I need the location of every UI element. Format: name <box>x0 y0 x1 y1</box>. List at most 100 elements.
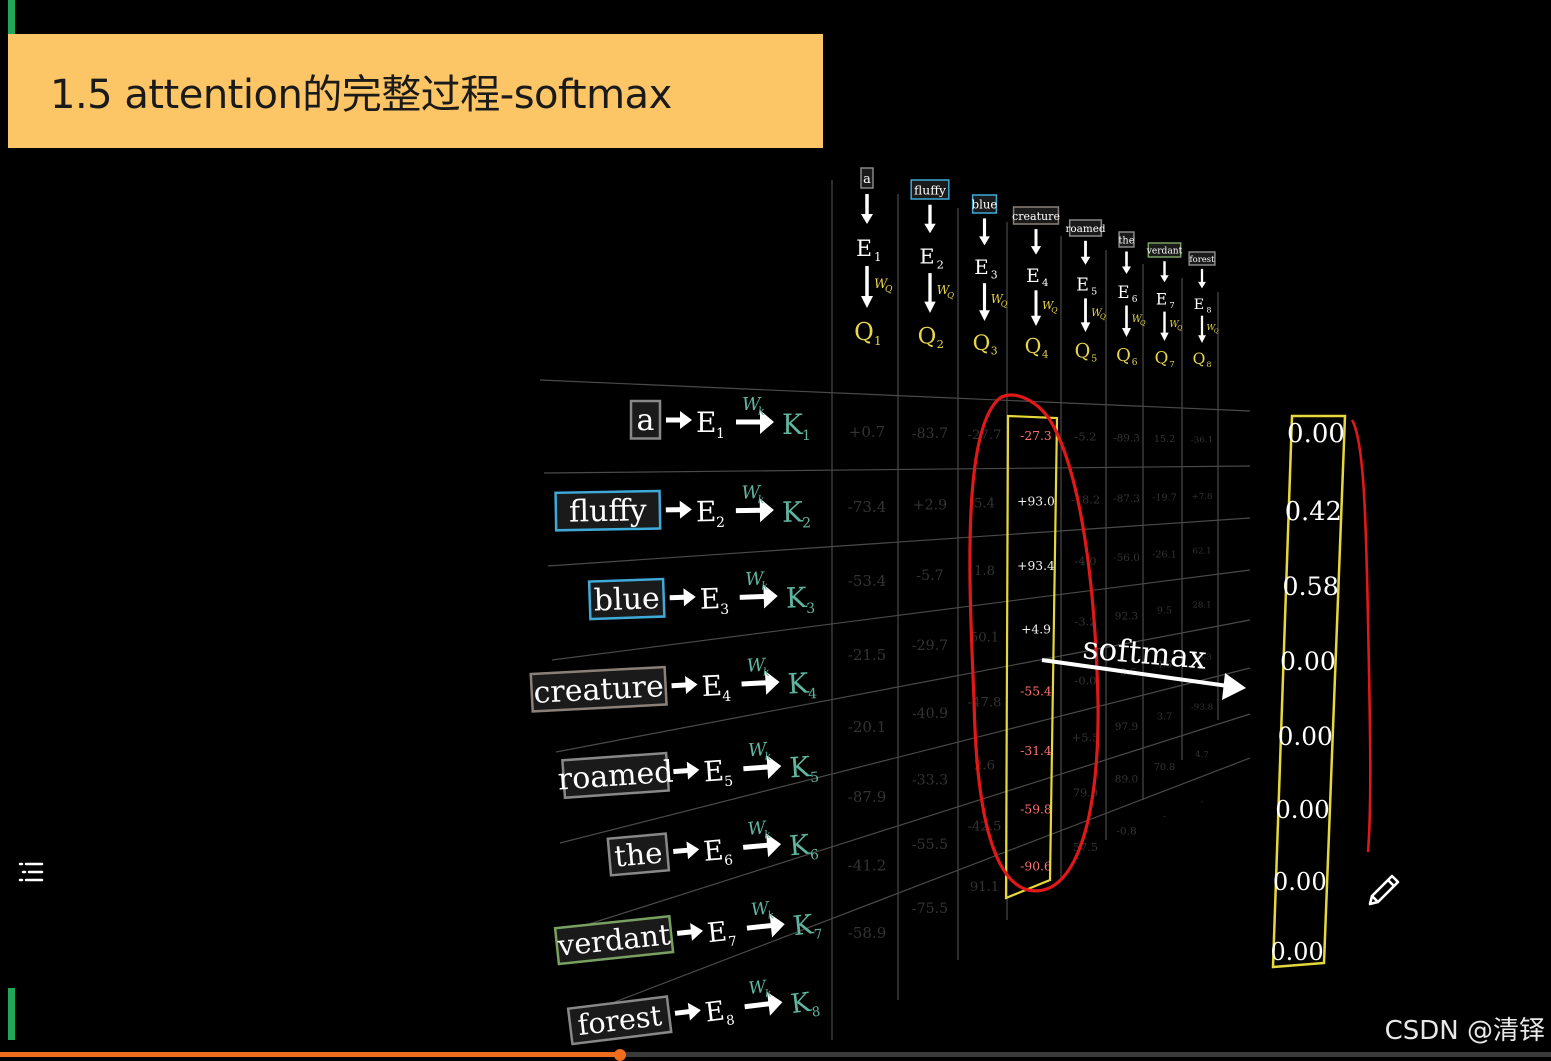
arrow-head-icon <box>680 411 692 429</box>
query-token-label: the <box>1119 235 1135 246</box>
query-column-fluffy: fluffyE2WQQ2 <box>911 180 954 351</box>
key-token-label: fluffy <box>569 493 647 529</box>
embedding-index: 5 <box>1091 286 1097 297</box>
score-cell: -73.4 <box>848 498 886 516</box>
query-label: Q <box>918 323 937 349</box>
arrow-head-icon <box>979 236 990 245</box>
grid-row-line <box>544 466 1250 473</box>
key-label: K <box>785 581 808 615</box>
score-cell: 57.5 <box>1073 840 1098 854</box>
arrow-head-icon <box>1081 257 1091 265</box>
score-cell: +7.8 <box>1191 492 1212 502</box>
score-cell: -53.4 <box>848 572 886 590</box>
softmax-value: 0.00 <box>1280 647 1336 676</box>
wk-subscript: k <box>761 579 768 592</box>
video-progress-handle[interactable] <box>614 1049 626 1061</box>
score-cell: -5.2 <box>1075 430 1097 444</box>
softmax-value: 0.00 <box>1287 419 1345 449</box>
query-column-creature: creatureE4WQQ4 <box>1012 207 1060 360</box>
embedding-label: E <box>696 495 717 528</box>
score-cell: +4.9 <box>1021 622 1051 636</box>
score-cell: 89.0 <box>1115 774 1138 786</box>
query-index: 5 <box>1091 354 1097 365</box>
arrow-head-icon <box>924 224 935 234</box>
arrow-head-icon <box>1222 673 1246 700</box>
softmax-output-column: 0.000.420.580.000.000.000.000.00 <box>1270 416 1345 967</box>
score-cell: 3.7 <box>1157 712 1172 723</box>
score-cell: -0.0 <box>1075 674 1097 688</box>
arrow-head-icon <box>690 922 704 941</box>
key-label: K <box>788 830 812 863</box>
watermark: CSDN @清铎 <box>1385 1010 1545 1047</box>
embedding-label: E <box>1076 275 1089 295</box>
query-label: Q <box>1025 334 1042 358</box>
embedding-index: 3 <box>991 269 998 282</box>
key-index: 7 <box>813 927 823 943</box>
grid-row-line <box>564 714 1250 932</box>
outline-menu-icon[interactable] <box>14 855 48 889</box>
score-cell: -56.0 <box>1113 552 1140 564</box>
score-cell: 1.8 <box>974 564 995 579</box>
key-label: K <box>782 495 805 528</box>
query-index: 2 <box>937 337 944 351</box>
score-cell: -29.7 <box>912 638 948 654</box>
query-column-the: theE6WQQ6 <box>1116 232 1146 368</box>
query-token-label: forest <box>1190 254 1216 264</box>
score-cell: - <box>1201 797 1204 807</box>
embedding-index: 7 <box>728 934 738 950</box>
arrow-head-icon <box>688 1001 702 1020</box>
score-cell: 15.2 <box>1154 434 1175 445</box>
score-cell: -19.7 <box>1152 492 1177 503</box>
wq-subscript: Q <box>1214 329 1219 335</box>
embedding-index: 4 <box>1042 278 1048 289</box>
query-column-a: aE1WQQ1 <box>854 168 893 348</box>
embedding-label: E <box>706 916 729 949</box>
query-label: Q <box>1193 350 1206 368</box>
embedding-index: 8 <box>725 1013 735 1029</box>
embedding-label: E <box>1117 283 1129 302</box>
score-cell: -26.1 <box>1152 549 1177 560</box>
wq-subscript: Q <box>1140 319 1146 327</box>
key-row-a: aE1WkK1 <box>631 394 811 444</box>
score-cell: 50.1 <box>970 631 999 646</box>
arrow-head-icon <box>861 214 873 224</box>
score-cell: 28.1 <box>1192 601 1211 611</box>
grid-row-line <box>568 758 1250 1020</box>
arrow-head-icon <box>680 500 692 518</box>
key-index: 5 <box>810 769 820 786</box>
arrow-head-icon <box>1122 267 1131 275</box>
query-token-label: blue <box>972 198 998 212</box>
query-index: 8 <box>1207 360 1212 369</box>
arrow-head-icon <box>1198 335 1206 343</box>
query-token-label: a <box>863 172 871 187</box>
query-token-label: fluffy <box>914 183 946 197</box>
score-cell: 92.3 <box>1115 610 1138 622</box>
embedding-index: 2 <box>937 257 944 271</box>
query-column-roamed: roamedE5WQQ5 <box>1065 220 1105 365</box>
score-cell: -83.7 <box>912 426 948 442</box>
key-index: 2 <box>802 515 811 531</box>
arrow-head-icon <box>1031 246 1041 255</box>
score-cell: -20.1 <box>848 718 886 736</box>
query-column-verdant: verdantE7WQQ7 <box>1146 243 1183 369</box>
score-cell: +0.7 <box>849 423 885 441</box>
key-index: 4 <box>808 686 818 702</box>
softmax-value: 0.58 <box>1282 571 1339 601</box>
score-cell: -33.3 <box>912 773 948 789</box>
embedding-label: E <box>699 582 721 616</box>
score-cell: -75.5 <box>912 901 948 917</box>
score-cell: +5.5 <box>1072 731 1100 745</box>
key-label: K <box>789 987 814 1020</box>
query-index: 6 <box>1132 358 1138 368</box>
score-cell: +93.0 <box>1017 494 1055 508</box>
embedding-index: 1 <box>874 250 882 264</box>
wq-subscript: Q <box>1051 305 1058 314</box>
key-label: K <box>787 666 811 700</box>
query-column-blue: blueE3WQQ3 <box>972 195 1008 357</box>
score-cell: -55.4 <box>1020 684 1052 698</box>
wq-subscript: Q <box>1001 299 1008 309</box>
arrow-head-icon <box>1122 328 1131 337</box>
embedding-label: E <box>974 256 988 279</box>
score-cell: -90.6 <box>1020 860 1052 874</box>
pencil-icon[interactable] <box>1362 868 1406 912</box>
